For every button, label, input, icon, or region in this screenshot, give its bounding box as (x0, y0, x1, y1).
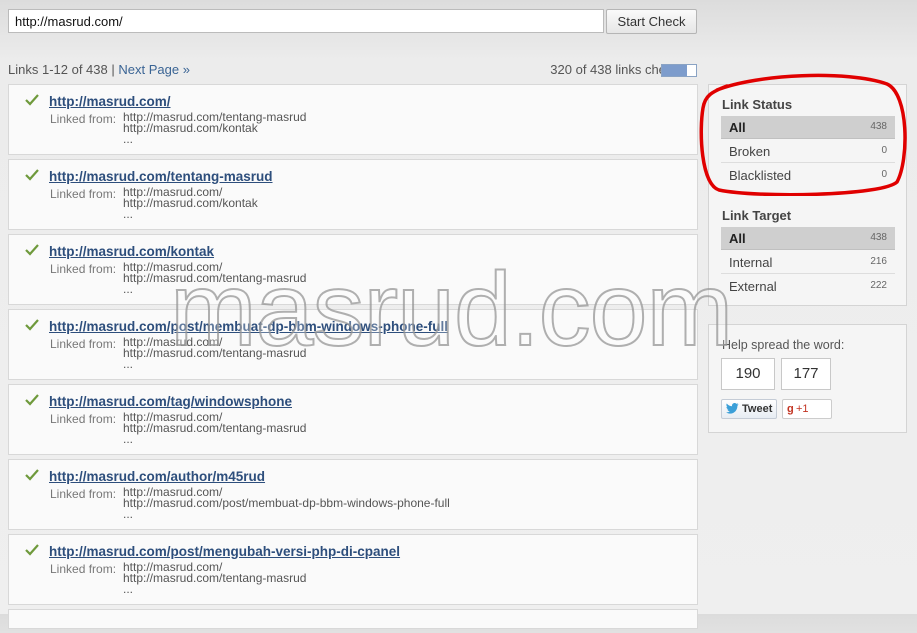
source-link[interactable]: http://masrud.com/kontak (123, 197, 258, 209)
top-bar: Start Check (0, 0, 917, 48)
check-icon (25, 469, 39, 481)
source-link[interactable]: http://masrud.com/tentang-masrud (123, 572, 306, 584)
filter-count: 0 (881, 145, 887, 156)
url-input[interactable] (8, 9, 604, 33)
more-sources: ... (123, 582, 134, 596)
filter-status-blacklisted[interactable]: Blacklisted 0 (721, 164, 895, 187)
filter-count: 438 (870, 232, 887, 243)
filter-count: 0 (881, 169, 887, 180)
filter-target-all[interactable]: All 438 (721, 227, 895, 250)
link-url[interactable]: http://masrud.com/post/mengubah-versi-ph… (49, 544, 400, 559)
linked-from-label: Linked from: (50, 262, 117, 276)
filter-status-all[interactable]: All 438 (721, 116, 895, 139)
filter-label: Blacklisted (729, 168, 792, 183)
linked-from-label: Linked from: (50, 562, 117, 576)
link-row: http://masrud.com/ Linked from: http://m… (8, 84, 698, 155)
start-check-button[interactable]: Start Check (606, 9, 697, 34)
tweet-count: 190 (721, 358, 775, 390)
gplus-g-icon: g (787, 403, 794, 415)
linked-from-label: Linked from: (50, 187, 117, 201)
linked-from-list: http://masrud.com/ http://masrud.com/ten… (123, 261, 306, 296)
tweet-label: Tweet (742, 403, 773, 415)
gplus-label: +1 (796, 403, 809, 415)
check-icon (25, 544, 39, 556)
link-row-partial (8, 609, 698, 629)
filter-panel: Link Status All 438 Broken 0 Blacklisted… (708, 84, 907, 306)
gplus-button[interactable]: g +1 (782, 399, 832, 419)
more-sources: ... (123, 282, 134, 296)
filter-status-broken[interactable]: Broken 0 (721, 140, 895, 163)
more-sources: ... (123, 432, 134, 446)
progress-bar (661, 64, 697, 77)
filter-target-external[interactable]: External 222 (721, 275, 895, 298)
link-url[interactable]: http://masrud.com/ (49, 94, 171, 109)
linked-from-list: http://masrud.com/ http://masrud.com/pos… (123, 486, 450, 521)
linked-from-label: Linked from: (50, 412, 117, 426)
link-row: http://masrud.com/post/mengubah-versi-ph… (8, 534, 698, 605)
paging-separator: | (111, 62, 115, 77)
source-link[interactable]: http://masrud.com/tentang-masrud (123, 422, 306, 434)
pagination: Links 1-12 of 438 | Next Page » (8, 62, 190, 77)
link-row: http://masrud.com/kontak Linked from: ht… (8, 234, 698, 305)
link-url[interactable]: http://masrud.com/kontak (49, 244, 214, 259)
linked-from-label: Linked from: (50, 112, 117, 126)
source-link[interactable]: http://masrud.com/tentang-masrud (123, 272, 306, 284)
filter-label: All (729, 231, 746, 246)
more-sources: ... (123, 207, 134, 221)
linked-from-list: http://masrud.com/tentang-masrud http://… (123, 111, 306, 146)
link-url[interactable]: http://masrud.com/author/m45rud (49, 469, 265, 484)
linked-from-list: http://masrud.com/ http://masrud.com/kon… (123, 186, 258, 221)
link-url[interactable]: http://masrud.com/tag/windowsphone (49, 394, 292, 409)
check-icon (25, 244, 39, 256)
source-link[interactable]: http://masrud.com/tentang-masrud (123, 347, 306, 359)
more-sources: ... (123, 357, 134, 371)
link-url[interactable]: http://masrud.com/tentang-masrud (49, 169, 273, 184)
linked-from-label: Linked from: (50, 487, 117, 501)
more-sources: ... (123, 507, 134, 521)
link-row: http://masrud.com/tentang-masrud Linked … (8, 159, 698, 230)
filter-count: 222 (870, 280, 887, 291)
more-sources: ... (123, 132, 134, 146)
filter-label: All (729, 120, 746, 135)
check-icon (25, 319, 39, 331)
source-link[interactable]: http://masrud.com/post/membuat-dp-bbm-wi… (123, 497, 450, 509)
linked-from-list: http://masrud.com/ http://masrud.com/ten… (123, 336, 306, 371)
filter-label: External (729, 279, 777, 294)
filter-label: Internal (729, 255, 773, 270)
tweet-button[interactable]: Tweet (721, 399, 777, 419)
source-link[interactable]: http://masrud.com/kontak (123, 122, 306, 134)
gplus-count: 177 (781, 358, 831, 390)
paging-summary: Links 1-12 of 438 (8, 62, 108, 77)
share-panel: Help spread the word: 190 177 Tweet g +1 (708, 324, 907, 433)
next-page-link[interactable]: Next Page » (118, 62, 190, 77)
check-icon (25, 394, 39, 406)
link-list: http://masrud.com/ Linked from: http://m… (8, 84, 698, 633)
filter-target-internal[interactable]: Internal 216 (721, 251, 895, 274)
link-row: http://masrud.com/tag/windowsphone Linke… (8, 384, 698, 455)
link-target-title: Link Target (722, 208, 792, 223)
filter-count: 438 (870, 121, 887, 132)
linked-from-label: Linked from: (50, 337, 117, 351)
filter-label: Broken (729, 144, 771, 159)
check-icon (25, 169, 39, 181)
progress-fill (662, 65, 687, 76)
linked-from-list: http://masrud.com/ http://masrud.com/ten… (123, 561, 306, 596)
linked-from-list: http://masrud.com/ http://masrud.com/ten… (123, 411, 306, 446)
link-row: http://masrud.com/post/membuat-dp-bbm-wi… (8, 309, 698, 380)
link-status-title: Link Status (722, 97, 793, 112)
link-url[interactable]: http://masrud.com/post/membuat-dp-bbm-wi… (49, 319, 448, 334)
filter-count: 216 (870, 256, 887, 267)
check-icon (25, 94, 39, 106)
twitter-bird-icon (726, 403, 739, 414)
share-title: Help spread the word: (722, 338, 845, 352)
link-row: http://masrud.com/author/m45rud Linked f… (8, 459, 698, 530)
